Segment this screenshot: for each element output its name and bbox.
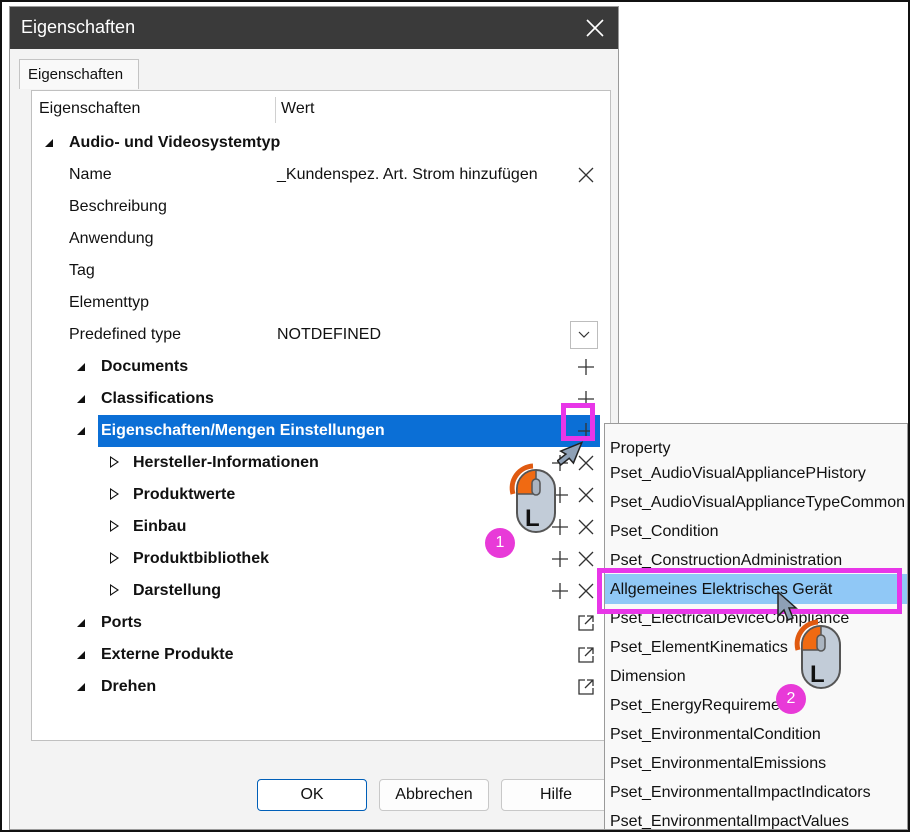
popup-item[interactable]: Property [610,440,670,458]
column-header-name[interactable]: Eigenschaften [39,91,140,127]
highlight-popup-item [597,568,902,614]
collapsed-triangle-icon[interactable] [110,488,119,500]
tree-node-classifications[interactable]: Classifications [32,383,610,415]
property-set-popup: Property Pset_AudioVisualAppliancePHisto… [604,423,908,830]
tree-node-externe-produkte[interactable]: Externe Produkte [32,639,610,671]
property-row-anwendung[interactable]: Anwendung [32,223,610,255]
delete-icon[interactable] [576,549,596,569]
popup-item[interactable]: Pset_ElementKinematics [610,639,788,657]
dialog-title: Eigenschaften [21,17,136,37]
tab-eigenschaften[interactable]: Eigenschaften [19,59,139,89]
tree-node-drehen[interactable]: Drehen [32,671,610,703]
close-icon[interactable] [584,17,606,39]
expanded-triangle-icon[interactable] [77,427,85,435]
popup-item[interactable]: Pset_AudioVisualApplianceTypeCommon [610,494,905,512]
clear-icon[interactable] [576,165,596,185]
cancel-button[interactable]: Abbrechen [379,779,489,811]
chevron-down-icon [578,331,590,338]
popup-item[interactable]: Pset_EnergyRequirements [610,697,801,715]
tree-node-root[interactable]: Audio- und Videosystemtyp [32,127,610,159]
tree-node-ports[interactable]: Ports [32,607,610,639]
popup-item[interactable]: Dimension [610,668,686,686]
open-external-icon[interactable] [576,677,596,697]
collapsed-triangle-icon[interactable] [110,584,119,596]
column-header-value[interactable]: Wert [281,91,314,127]
column-divider[interactable] [275,97,276,123]
add-icon[interactable] [550,549,570,569]
popup-item[interactable]: Pset_Condition [610,523,719,541]
collapsed-triangle-icon[interactable] [110,552,119,564]
mouse-letter-2: L [810,661,825,688]
property-tree: Eigenschaften Wert Audio- und Videosyste… [31,90,611,741]
popup-item[interactable]: Pset_EnvironmentalImpactValues [610,813,849,829]
expanded-triangle-icon[interactable] [77,651,85,659]
expanded-triangle-icon[interactable] [77,363,85,371]
property-row-predefined-type[interactable]: Predefined type NOTDEFINED [32,319,610,351]
collapsed-triangle-icon[interactable] [110,520,119,532]
popup-item[interactable]: Pset_EnvironmentalImpactIndicators [610,784,871,802]
property-row-name[interactable]: Name _Kundenspez. Art. Strom hinzufügen [32,159,610,191]
properties-dialog: Eigenschaften Eigenschaften Eigenschafte… [9,6,619,830]
expanded-triangle-icon[interactable] [77,395,85,403]
title-bar: Eigenschaften [10,7,618,49]
predefined-type-select[interactable]: NOTDEFINED [277,326,381,344]
dropdown-button[interactable] [570,321,598,349]
delete-icon[interactable] [576,485,596,505]
open-external-icon[interactable] [576,613,596,633]
open-external-icon[interactable] [576,645,596,665]
property-row-tag[interactable]: Tag [32,255,610,287]
ok-button[interactable]: OK [257,779,367,811]
tab-label: Eigenschaften [28,66,124,83]
tree-node-documents[interactable]: Documents [32,351,610,383]
property-row-beschreibung[interactable]: Beschreibung [32,191,610,223]
popup-item[interactable]: Pset_AudioVisualAppliancePHistory [610,465,866,483]
property-row-elementtyp[interactable]: Elementtyp [32,287,610,319]
collapsed-triangle-icon[interactable] [110,456,119,468]
property-value[interactable]: _Kundenspez. Art. Strom hinzufügen [277,166,538,184]
tree-node-produktbibliothek[interactable]: Produktbibliothek [32,543,610,575]
tree-node-darstellung[interactable]: Darstellung [32,575,610,607]
expanded-triangle-icon[interactable] [77,683,85,691]
step-badge-1: 1 [485,528,515,558]
add-icon[interactable] [576,357,596,377]
step-badge-2: 2 [776,684,806,714]
tree-node-eigenschaften-mengen[interactable]: Eigenschaften/Mengen Einstellungen [32,415,610,447]
popup-item[interactable]: Pset_EnvironmentalCondition [610,726,821,744]
delete-icon[interactable] [576,517,596,537]
delete-icon[interactable] [576,581,596,601]
expanded-triangle-icon[interactable] [45,139,53,147]
mouse-letter-1: L [525,505,540,532]
popup-item[interactable]: Pset_EnvironmentalEmissions [610,755,826,773]
help-button[interactable]: Hilfe [501,779,611,811]
expanded-triangle-icon[interactable] [77,619,85,627]
add-icon[interactable] [550,581,570,601]
